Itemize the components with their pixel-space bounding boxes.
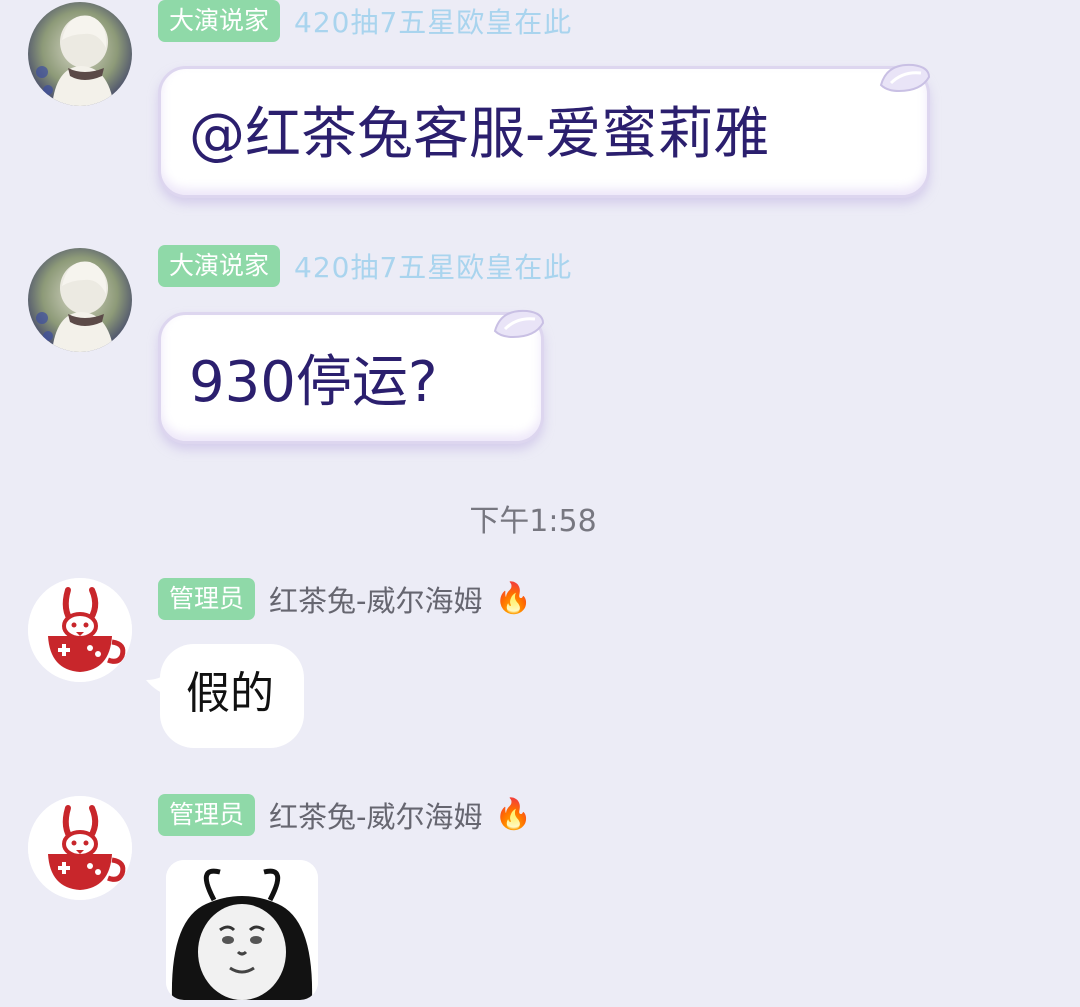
message-text: 930停运?	[189, 350, 438, 415]
message-bubble[interactable]: @红茶兔客服-爱蜜莉雅	[158, 63, 931, 198]
message-bubble[interactable]: 930停运?	[158, 309, 545, 444]
message-timestamp: 下午1:58	[469, 504, 597, 539]
teacup-rabbit-icon	[28, 796, 132, 900]
character-avatar-icon	[28, 248, 132, 352]
message-text: 假的	[186, 668, 274, 719]
member-nickname: 红茶兔-威尔海姆	[269, 800, 483, 834]
member-nickname: 红茶兔-威尔海姆	[269, 584, 483, 618]
character-avatar-icon	[28, 2, 132, 106]
sticker-image[interactable]	[166, 860, 318, 1000]
avatar[interactable]	[28, 2, 132, 106]
message-text: @红茶兔客服-爱蜜莉雅	[189, 102, 770, 167]
message-bubble[interactable]: 假的	[160, 644, 304, 748]
member-title: 420抽7五星欧皇在此	[294, 251, 573, 284]
fire-icon: 🔥	[494, 581, 532, 616]
avatar[interactable]	[28, 248, 132, 352]
role-badge: 大演说家	[158, 0, 281, 42]
petal-icon	[493, 309, 545, 339]
fire-icon: 🔥	[494, 797, 532, 832]
panda-face-icon	[166, 860, 318, 1000]
member-title: 420抽7五星欧皇在此	[294, 6, 573, 39]
role-badge: 大演说家	[158, 245, 281, 287]
role-badge: 管理员	[158, 578, 256, 620]
avatar[interactable]	[28, 578, 132, 682]
petal-icon	[879, 63, 931, 93]
teacup-rabbit-icon	[28, 578, 132, 682]
avatar[interactable]	[28, 796, 132, 900]
role-badge: 管理员	[158, 794, 256, 836]
